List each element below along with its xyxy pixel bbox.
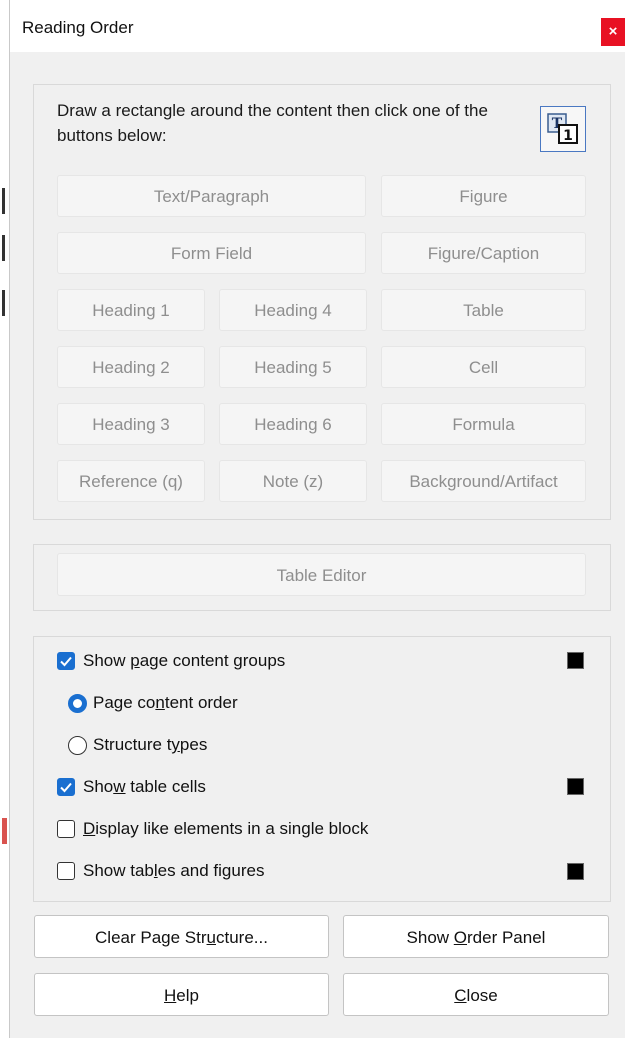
figure-button[interactable]: Figure [381,175,586,217]
help-button[interactable]: Help [34,973,329,1016]
heading-2-button[interactable]: Heading 2 [57,346,205,388]
formula-button[interactable]: Formula [381,403,586,445]
background-marker [2,235,5,261]
checkmark-icon [60,782,72,793]
page-content-order-radio[interactable] [68,694,87,713]
reading-order-icon-button[interactable]: T 1 [540,106,586,152]
tables-figures-color-swatch[interactable] [567,863,584,880]
checkmark-icon [60,656,72,667]
structure-types-radio[interactable] [68,736,87,755]
cell-button[interactable]: Cell [381,346,586,388]
window-title: Reading Order [22,18,134,37]
background-marker [2,290,5,316]
form-field-button[interactable]: Form Field [57,232,366,274]
display-like-elements-label: Display like elements in a single block [83,819,369,838]
show-table-cells-label: Show table cells [83,777,206,796]
close-button[interactable]: Close [343,973,609,1016]
show-order-panel-button[interactable]: Show Order Panel [343,915,609,958]
show-tables-figures-checkbox[interactable] [57,862,75,880]
clear-page-structure-button[interactable]: Clear Page Structure... [34,915,329,958]
text-order-icon: T 1 [547,113,578,144]
background-marker [2,188,5,214]
structure-types-label: Structure types [93,735,208,754]
instruction-text: Draw a rectangle around the content then… [57,101,488,145]
note-button[interactable]: Note (z) [219,460,367,502]
text-paragraph-button[interactable]: Text/Paragraph [57,175,366,217]
content-groups-color-swatch[interactable] [567,652,584,669]
show-page-content-groups-checkbox[interactable] [57,652,75,670]
heading-5-button[interactable]: Heading 5 [219,346,367,388]
show-page-content-groups-label: Show page content groups [83,651,286,670]
page-content-order-label: Page content order [93,693,238,712]
table-cells-color-swatch[interactable] [567,778,584,795]
table-editor-button[interactable]: Table Editor [57,553,586,596]
close-window-button[interactable]: × [601,18,625,46]
heading-6-button[interactable]: Heading 6 [219,403,367,445]
heading-4-button[interactable]: Heading 4 [219,289,367,331]
table-button[interactable]: Table [381,289,586,331]
figure-caption-button[interactable]: Figure/Caption [381,232,586,274]
icon-number-one: 1 [563,128,573,144]
display-like-elements-checkbox[interactable] [57,820,75,838]
reference-button[interactable]: Reference (q) [57,460,205,502]
background-marker [2,818,7,844]
show-tables-figures-label: Show tables and figures [83,861,265,880]
heading-1-button[interactable]: Heading 1 [57,289,205,331]
background-artifact-button[interactable]: Background/Artifact [381,460,586,502]
heading-3-button[interactable]: Heading 3 [57,403,205,445]
show-table-cells-checkbox[interactable] [57,778,75,796]
